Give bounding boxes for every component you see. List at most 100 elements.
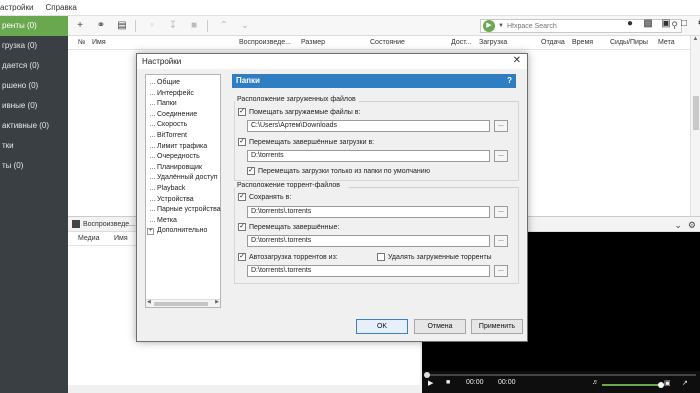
- column-meta[interactable]: Мета: [658, 39, 675, 46]
- browse-button[interactable]: ...: [494, 235, 508, 247]
- chevron-down-icon[interactable]: ⌄: [674, 220, 682, 231]
- browse-button[interactable]: ...: [494, 150, 508, 162]
- menu-help[interactable]: Справка: [45, 3, 76, 12]
- move-completed-checkbox[interactable]: ✓ Перемещать завершённые загрузки в:: [238, 138, 374, 146]
- menu-settings[interactable]: астройки: [0, 3, 33, 12]
- scroll-right-icon[interactable]: ▶: [215, 299, 219, 305]
- column-seeds-peers[interactable]: Сиды/Пиры: [610, 39, 648, 46]
- scrollbar-thumb[interactable]: [693, 96, 699, 130]
- seek-bar[interactable]: [424, 372, 696, 378]
- ok-button[interactable]: OK: [356, 319, 408, 334]
- apply-button[interactable]: Применить: [471, 319, 523, 334]
- volume-icon[interactable]: ♬: [592, 379, 599, 386]
- checkbox-checked[interactable]: ✓: [238, 193, 246, 201]
- scroll-left-icon[interactable]: ◀: [147, 299, 151, 305]
- popout-icon[interactable]: ↗: [682, 379, 688, 387]
- only-default-checkbox[interactable]: ✓ Перемещать загрузки только из папки по…: [247, 167, 430, 175]
- tree-item-label[interactable]: Метка: [146, 216, 220, 227]
- autoload-checkbox[interactable]: ✓ Автозагрузка торрентов из:: [238, 253, 338, 261]
- scroll-up-icon[interactable]: ▲: [691, 36, 700, 46]
- column-playback[interactable]: Воспроизведе...: [239, 39, 291, 46]
- help-icon[interactable]: ?: [507, 76, 512, 85]
- torrent-save-field[interactable]: D:\torrents\.torrents: [247, 206, 490, 218]
- add-torrent-icon[interactable]: +: [71, 18, 89, 34]
- column-media[interactable]: Медиа: [78, 235, 100, 242]
- location-icon[interactable]: ●: [623, 18, 637, 33]
- column-media-name[interactable]: Имя: [114, 235, 128, 242]
- checkbox-checked[interactable]: ✓: [247, 167, 255, 175]
- checkbox-checked[interactable]: ✓: [238, 253, 246, 261]
- gear-icon[interactable]: ⚙: [688, 220, 696, 231]
- sidebar-item-downloading[interactable]: грузка (0): [0, 36, 68, 56]
- message-icon[interactable]: ▣: [659, 18, 673, 33]
- move-up-icon[interactable]: ⌃: [215, 18, 233, 34]
- tree-item-connection[interactable]: Соединение: [146, 110, 220, 121]
- play-icon[interactable]: ▶: [428, 379, 433, 387]
- checkbox-checked[interactable]: ✓: [238, 138, 246, 146]
- close-icon[interactable]: ✕: [513, 55, 521, 66]
- checkbox-unchecked[interactable]: [377, 253, 385, 261]
- cancel-button[interactable]: Отмена: [414, 319, 466, 334]
- tree-item-bittorrent[interactable]: BitTorrent: [146, 131, 220, 142]
- remote-icon[interactable]: □: [677, 18, 691, 33]
- sidebar-item-completed[interactable]: ршено (0): [0, 76, 68, 96]
- torrent-list-scrollbar[interactable]: ▲: [690, 36, 700, 216]
- sidebar-item-inactive[interactable]: активные (0): [0, 116, 68, 136]
- column-download[interactable]: Загрузка: [479, 39, 507, 46]
- download-folder-field[interactable]: C:\Users\Артем\Downloads: [247, 120, 490, 132]
- add-link-icon[interactable]: ⚭: [92, 18, 110, 34]
- sidebar-item-labels[interactable]: тки: [0, 136, 68, 156]
- browse-button[interactable]: ...: [494, 265, 508, 277]
- tree-item-advanced[interactable]: + Дополнительно: [146, 226, 220, 237]
- tab-playback[interactable]: Воспроизведе...: [72, 220, 135, 228]
- tree-item-interface[interactable]: Интерфейс: [146, 89, 220, 100]
- put-downloads-checkbox[interactable]: ✓ Помещать загружаемые файлы в:: [238, 108, 360, 116]
- torrent-completed-field[interactable]: D:\torrents\.torrents: [247, 235, 490, 247]
- tree-item-queue[interactable]: Очередность: [146, 152, 220, 163]
- tree-item-devices[interactable]: Устройства: [146, 195, 220, 206]
- tree-item-general[interactable]: Общие: [146, 78, 220, 89]
- chevron-down-icon[interactable]: ▼: [498, 23, 504, 29]
- move-down-icon[interactable]: ⌄: [236, 18, 254, 34]
- browse-button[interactable]: ...: [494, 206, 508, 218]
- column-name[interactable]: Имя: [92, 39, 106, 46]
- tree-hscroll-thumb[interactable]: [154, 302, 208, 306]
- delete-loaded-checkbox[interactable]: Удалять загруженные торренты: [377, 253, 492, 261]
- column-status[interactable]: Состояние: [370, 39, 405, 46]
- tree-item-scheduler[interactable]: Планировщик: [146, 163, 220, 174]
- sidebar-item-seeding[interactable]: дается (0): [0, 56, 68, 76]
- stop-icon[interactable]: ■: [446, 379, 450, 386]
- create-torrent-icon[interactable]: ▤: [113, 18, 131, 34]
- chat-icon[interactable]: ▩: [641, 18, 655, 33]
- expand-plus-icon[interactable]: +: [147, 228, 154, 236]
- sidebar-item-torrents[interactable]: ренты (0): [0, 16, 68, 36]
- move-done-torrents-checkbox[interactable]: ✓ Перемещать завершённые:: [238, 223, 339, 231]
- volume-knob[interactable]: [658, 382, 664, 388]
- column-time[interactable]: Время: [572, 39, 593, 46]
- column-availability[interactable]: Дост...: [451, 39, 471, 46]
- sidebar-item-feeds[interactable]: ты (0): [0, 156, 68, 176]
- column-number[interactable]: №: [78, 39, 86, 46]
- tree-item-playback[interactable]: Playback: [146, 184, 220, 195]
- tree-item-folders[interactable]: Папки: [146, 99, 220, 110]
- delete-icon[interactable]: ▫: [143, 18, 161, 34]
- checkbox-checked[interactable]: ✓: [238, 223, 246, 231]
- autoload-folder-field[interactable]: D:\torrents\.torrents: [247, 265, 490, 277]
- tree-item-remote[interactable]: Удалённый доступ: [146, 173, 220, 184]
- browse-button[interactable]: ...: [494, 120, 508, 132]
- tree-hscrollbar[interactable]: ◀ ▶: [146, 299, 220, 307]
- column-size[interactable]: Размер: [301, 39, 325, 46]
- search-input[interactable]: [506, 22, 637, 30]
- search-provider-icon[interactable]: ▶: [483, 20, 495, 32]
- download-icon[interactable]: ↧: [164, 18, 182, 34]
- gear-icon[interactable]: ⚙: [695, 18, 700, 33]
- save-torrents-checkbox[interactable]: ✓ Сохранять в:: [238, 193, 291, 201]
- fullscreen-icon[interactable]: ▣: [664, 379, 671, 387]
- checkbox-checked[interactable]: ✓: [238, 108, 246, 116]
- completed-folder-field[interactable]: D:\torrents: [247, 150, 490, 162]
- volume-slider[interactable]: [602, 382, 664, 388]
- dialog-titlebar[interactable]: Настройки ✕: [137, 54, 527, 69]
- tree-item-speed[interactable]: Скорость: [146, 120, 220, 131]
- tree-item-traffic-limit[interactable]: Лимит трафика: [146, 142, 220, 153]
- stop-icon[interactable]: ■: [185, 18, 203, 34]
